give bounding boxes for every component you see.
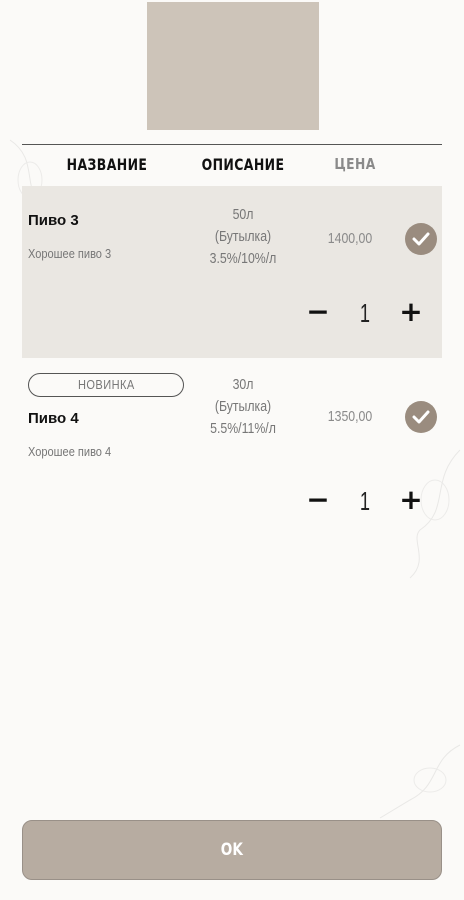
item-subtitle: Хорошее пиво 4: [28, 444, 112, 459]
table-row[interactable]: Пиво 3 Хорошее пиво 3 50л (Бутылка) 3.5%…: [22, 186, 442, 358]
item-abv: 3.5%/10%/л: [209, 250, 277, 267]
header-name: НАЗВАНИЕ: [66, 155, 148, 174]
item-volume: 30л: [232, 376, 254, 393]
ok-button[interactable]: OK: [22, 820, 442, 880]
check-circle-icon[interactable]: [405, 223, 437, 255]
table-row[interactable]: НОВИНКА Пиво 4 Хорошее пиво 4 30л (Бутыл…: [22, 358, 442, 548]
item-abv: 5.5%/11%/л: [210, 420, 276, 437]
decrease-quantity-button[interactable]: −: [304, 486, 332, 516]
quantity-value: 1: [359, 486, 371, 516]
hop-decoration-icon: [379, 744, 461, 819]
item-subtitle: Хорошее пиво 3: [28, 246, 112, 261]
item-volume: 50л: [232, 206, 254, 223]
item-name: Пиво 3: [28, 212, 79, 229]
new-badge: НОВИНКА: [28, 373, 184, 397]
item-package: (Бутылка): [214, 228, 272, 245]
product-image-placeholder: [147, 2, 319, 130]
quantity-stepper: − 1 +: [304, 298, 434, 329]
table-header: НАЗВАНИЕ ОПИСАНИЕ ЦЕНА: [22, 144, 442, 187]
item-description: 30л (Бутылка) 5.5%/11%/л: [206, 374, 280, 440]
header-price: ЦЕНА: [334, 155, 376, 173]
ok-button-label: OK: [220, 840, 244, 860]
check-circle-icon[interactable]: [405, 401, 437, 433]
item-description: 50л (Бутылка) 3.5%/10%/л: [206, 204, 280, 270]
decrease-quantity-button[interactable]: −: [304, 298, 332, 328]
item-package: (Бутылка): [214, 398, 272, 415]
item-price: 1350,00: [327, 408, 373, 425]
new-badge-label: НОВИНКА: [77, 377, 135, 392]
item-name: Пиво 4: [28, 410, 79, 427]
increase-quantity-button[interactable]: +: [397, 486, 425, 516]
increase-quantity-button[interactable]: +: [397, 298, 425, 328]
header-description: ОПИСАНИЕ: [201, 155, 285, 174]
item-price: 1400,00: [327, 230, 373, 247]
quantity-stepper: − 1 +: [304, 486, 434, 517]
quantity-value: 1: [359, 298, 371, 328]
